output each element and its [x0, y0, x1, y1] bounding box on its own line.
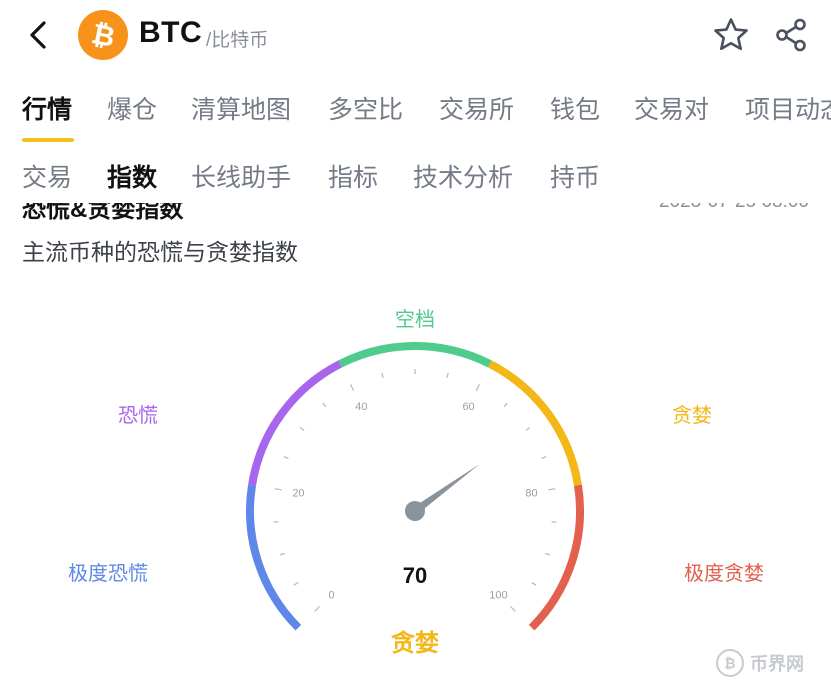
subtab-holdings[interactable]: 持币	[550, 158, 600, 194]
tab-liquidations[interactable]: 爆仓	[107, 90, 157, 126]
gauge-tick	[475, 384, 481, 392]
tab-market[interactable]: 行情	[22, 90, 72, 126]
gauge-tick	[293, 582, 299, 586]
tab-wallets[interactable]: 钱包	[550, 90, 600, 126]
watermark-text: 币界网	[750, 654, 804, 674]
watermark: ₿ 币界网	[716, 643, 826, 683]
gauge-tick-label: 20	[292, 488, 304, 500]
zone-label-greed: 贪婪	[672, 405, 712, 427]
gauge-tick	[274, 488, 282, 491]
fear-greed-gauge: 0 20 40 60 80 100	[246, 342, 584, 631]
zone-label-extreme-greed: 极度贪婪	[684, 563, 764, 585]
zone-label-fear: 恐慌	[118, 405, 158, 427]
gauge-tick	[299, 427, 305, 431]
subtab-technical-analysis[interactable]: 技术分析	[413, 158, 513, 194]
share-icon	[776, 18, 806, 52]
gauge-tick	[446, 372, 449, 378]
gauge-needle-hub	[405, 501, 425, 521]
gauge-tick	[531, 582, 537, 586]
fear-greed-panel: 恐慌&贪婪指数 2023-07-25 08:00 主流币种的恐慌与贪婪指数 02…	[0, 203, 831, 689]
gauge-tick-label: 0	[328, 589, 334, 601]
gauge-tick	[545, 552, 551, 556]
gauge-tick	[525, 427, 531, 431]
share-button[interactable]	[772, 16, 810, 54]
zone-label-neutral: 空档	[395, 309, 435, 331]
gauge-tick-label: 40	[355, 401, 367, 413]
gauge-zone-arc-0	[246, 484, 302, 631]
coin-name: /比特币	[206, 30, 269, 51]
tab-trading-pairs[interactable]: 交易对	[634, 90, 709, 126]
main-tab-bar: 行情 爆仓 清算地图 多空比 交易所 钱包 交易对 项目动态	[0, 84, 831, 144]
gauge-value: 70	[402, 563, 428, 588]
subtab-trade[interactable]: 交易	[22, 158, 72, 194]
chevron-left-icon	[30, 21, 46, 49]
gauge-zone-arc-1	[248, 360, 342, 486]
gauge-status: 贪婪	[391, 630, 439, 657]
gauge-tick	[349, 384, 355, 392]
subtab-indicators[interactable]: 指标	[328, 158, 378, 194]
watermark-logo-icon: ₿	[716, 649, 744, 677]
gauge-tick	[322, 402, 327, 408]
gauge-tick-label: 60	[462, 401, 474, 413]
subtab-index[interactable]: 指数	[107, 158, 157, 194]
favorite-button[interactable]	[712, 16, 750, 54]
tab-exchanges[interactable]: 交易所	[439, 90, 514, 126]
sub-tab-bar: 交易 指数 长线助手 指标 技术分析 持币	[0, 154, 831, 202]
star-icon	[714, 18, 748, 51]
gauge-tick	[503, 402, 508, 408]
gauge-zone-arc-4	[528, 484, 584, 631]
active-tab-indicator	[22, 138, 74, 142]
tab-liquidation-map[interactable]: 清算地图	[191, 90, 291, 126]
coin-symbol: BTC	[139, 16, 203, 49]
app-header: ₿ BTC /比特币	[0, 0, 831, 70]
bitcoin-glyph: ₿	[88, 16, 118, 54]
gauge-tick-label: 100	[489, 589, 507, 601]
gauge-tick-label: 80	[525, 488, 537, 500]
gauge-tick	[548, 488, 556, 491]
tab-project-news[interactable]: 项目动态	[745, 90, 831, 126]
bitcoin-logo-icon: ₿	[78, 10, 128, 60]
gauge-tick	[381, 372, 384, 378]
gauge-tick	[283, 456, 289, 460]
gauge-tick	[314, 606, 320, 612]
subtab-long-term-assistant[interactable]: 长线助手	[191, 158, 291, 194]
gauge-zone-arc-3	[488, 360, 582, 486]
zone-label-extreme-fear: 极度恐慌	[68, 563, 148, 585]
gauge-tick	[279, 552, 285, 556]
gauge-tick	[541, 456, 547, 460]
gauge-tick	[510, 606, 516, 612]
back-button[interactable]	[22, 16, 54, 54]
tab-long-short-ratio[interactable]: 多空比	[328, 90, 403, 126]
gauge-zone-arc-2	[338, 342, 492, 368]
